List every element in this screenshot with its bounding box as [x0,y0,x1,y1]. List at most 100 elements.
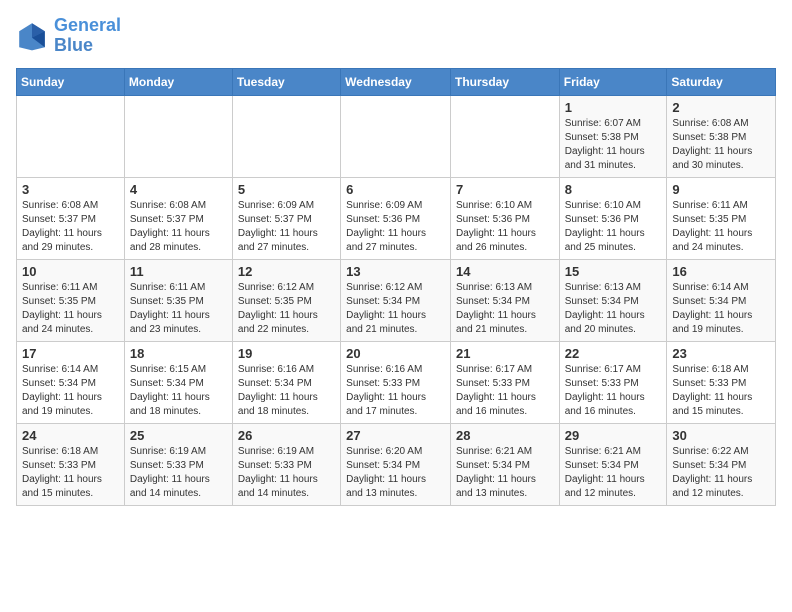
day-number: 27 [346,428,445,443]
page-header: General Blue [16,16,776,56]
day-info: Sunrise: 6:22 AM Sunset: 5:34 PM Dayligh… [672,445,770,501]
day-info: Sunrise: 6:08 AM Sunset: 5:38 PM Dayligh… [672,117,770,173]
calendar-cell: 29 Sunrise: 6:21 AM Sunset: 5:34 PM Dayli… [559,423,667,505]
day-info: Sunrise: 6:09 AM Sunset: 5:36 PM Dayligh… [346,199,445,255]
day-info: Sunrise: 6:14 AM Sunset: 5:34 PM Dayligh… [22,363,119,419]
day-number: 8 [565,182,662,197]
day-info: Sunrise: 6:13 AM Sunset: 5:34 PM Dayligh… [456,281,554,337]
day-info: Sunrise: 6:10 AM Sunset: 5:36 PM Dayligh… [456,199,554,255]
calendar-cell: 3Sunrise: 6:08 AM Sunset: 5:37 PM Daylig… [17,177,125,259]
calendar-cell: 18 Sunrise: 6:15 AM Sunset: 5:34 PM Dayli… [124,341,232,423]
calendar-cell: 6 Sunrise: 6:09 AM Sunset: 5:36 PM Daylig… [341,177,451,259]
calendar-week-row: 3Sunrise: 6:08 AM Sunset: 5:37 PM Daylig… [17,177,776,259]
calendar-cell: 2 Sunrise: 6:08 AM Sunset: 5:38 PM Daylig… [667,95,776,177]
calendar-cell: 5Sunrise: 6:09 AM Sunset: 5:37 PM Daylig… [232,177,340,259]
logo-text: General Blue [54,16,121,56]
calendar-cell: 25 Sunrise: 6:19 AM Sunset: 5:33 PM Dayli… [124,423,232,505]
day-number: 15 [565,264,662,279]
day-info: Sunrise: 6:21 AM Sunset: 5:34 PM Dayligh… [565,445,662,501]
day-number: 16 [672,264,770,279]
day-number: 14 [456,264,554,279]
day-info: Sunrise: 6:07 AM Sunset: 5:38 PM Dayligh… [565,117,662,173]
day-number: 11 [130,264,227,279]
calendar-cell: 15 Sunrise: 6:13 AM Sunset: 5:34 PM Dayli… [559,259,667,341]
calendar-cell: 13Sunrise: 6:12 AM Sunset: 5:34 PM Dayli… [341,259,451,341]
calendar-week-row: 17 Sunrise: 6:14 AM Sunset: 5:34 PM Dayli… [17,341,776,423]
calendar-cell: 21Sunrise: 6:17 AM Sunset: 5:33 PM Dayli… [450,341,559,423]
day-number: 23 [672,346,770,361]
day-number: 13 [346,264,445,279]
calendar-week-row: 24Sunrise: 6:18 AM Sunset: 5:33 PM Dayli… [17,423,776,505]
day-number: 29 [565,428,662,443]
day-number: 7 [456,182,554,197]
day-info: Sunrise: 6:18 AM Sunset: 5:33 PM Dayligh… [672,363,770,419]
calendar-cell: 17 Sunrise: 6:14 AM Sunset: 5:34 PM Dayli… [17,341,125,423]
day-number: 4 [130,182,227,197]
day-info: Sunrise: 6:18 AM Sunset: 5:33 PM Dayligh… [22,445,119,501]
day-number: 19 [238,346,335,361]
day-info: Sunrise: 6:17 AM Sunset: 5:33 PM Dayligh… [565,363,662,419]
day-number: 28 [456,428,554,443]
logo: General Blue [16,16,121,56]
calendar-table: SundayMondayTuesdayWednesdayThursdayFrid… [16,68,776,506]
day-number: 6 [346,182,445,197]
day-info: Sunrise: 6:11 AM Sunset: 5:35 PM Dayligh… [22,281,119,337]
day-info: Sunrise: 6:17 AM Sunset: 5:33 PM Dayligh… [456,363,554,419]
column-header-wednesday: Wednesday [341,68,451,95]
calendar-cell: 9Sunrise: 6:11 AM Sunset: 5:35 PM Daylig… [667,177,776,259]
calendar-cell: 26 Sunrise: 6:19 AM Sunset: 5:33 PM Dayli… [232,423,340,505]
day-number: 25 [130,428,227,443]
day-number: 17 [22,346,119,361]
calendar-cell: 1 Sunrise: 6:07 AM Sunset: 5:38 PM Daylig… [559,95,667,177]
calendar-cell [124,95,232,177]
day-info: Sunrise: 6:20 AM Sunset: 5:34 PM Dayligh… [346,445,445,501]
calendar-week-row: 10 Sunrise: 6:11 AM Sunset: 5:35 PM Dayli… [17,259,776,341]
day-number: 20 [346,346,445,361]
column-header-sunday: Sunday [17,68,125,95]
calendar-cell: 8 Sunrise: 6:10 AM Sunset: 5:36 PM Daylig… [559,177,667,259]
column-header-saturday: Saturday [667,68,776,95]
day-number: 26 [238,428,335,443]
calendar-header-row: SundayMondayTuesdayWednesdayThursdayFrid… [17,68,776,95]
calendar-cell: 23 Sunrise: 6:18 AM Sunset: 5:33 PM Dayli… [667,341,776,423]
column-header-thursday: Thursday [450,68,559,95]
calendar-cell: 4 Sunrise: 6:08 AM Sunset: 5:37 PM Daylig… [124,177,232,259]
day-info: Sunrise: 6:08 AM Sunset: 5:37 PM Dayligh… [22,199,119,255]
calendar-week-row: 1 Sunrise: 6:07 AM Sunset: 5:38 PM Daylig… [17,95,776,177]
calendar-cell: 11 Sunrise: 6:11 AM Sunset: 5:35 PM Dayli… [124,259,232,341]
calendar-cell [232,95,340,177]
day-info: Sunrise: 6:19 AM Sunset: 5:33 PM Dayligh… [130,445,227,501]
calendar-cell: 28 Sunrise: 6:21 AM Sunset: 5:34 PM Dayli… [450,423,559,505]
day-info: Sunrise: 6:16 AM Sunset: 5:33 PM Dayligh… [346,363,445,419]
calendar-cell: 20 Sunrise: 6:16 AM Sunset: 5:33 PM Dayli… [341,341,451,423]
day-info: Sunrise: 6:13 AM Sunset: 5:34 PM Dayligh… [565,281,662,337]
column-header-tuesday: Tuesday [232,68,340,95]
calendar-cell: 19 Sunrise: 6:16 AM Sunset: 5:34 PM Dayli… [232,341,340,423]
calendar-cell: 12 Sunrise: 6:12 AM Sunset: 5:35 PM Dayli… [232,259,340,341]
calendar-cell: 7 Sunrise: 6:10 AM Sunset: 5:36 PM Daylig… [450,177,559,259]
day-info: Sunrise: 6:16 AM Sunset: 5:34 PM Dayligh… [238,363,335,419]
logo-icon [16,20,48,52]
calendar-cell [450,95,559,177]
day-info: Sunrise: 6:10 AM Sunset: 5:36 PM Dayligh… [565,199,662,255]
day-info: Sunrise: 6:12 AM Sunset: 5:35 PM Dayligh… [238,281,335,337]
day-number: 12 [238,264,335,279]
day-number: 30 [672,428,770,443]
day-number: 22 [565,346,662,361]
day-number: 2 [672,100,770,115]
day-number: 18 [130,346,227,361]
day-info: Sunrise: 6:19 AM Sunset: 5:33 PM Dayligh… [238,445,335,501]
calendar-cell: 24Sunrise: 6:18 AM Sunset: 5:33 PM Dayli… [17,423,125,505]
day-info: Sunrise: 6:21 AM Sunset: 5:34 PM Dayligh… [456,445,554,501]
day-number: 1 [565,100,662,115]
column-header-friday: Friday [559,68,667,95]
day-info: Sunrise: 6:08 AM Sunset: 5:37 PM Dayligh… [130,199,227,255]
calendar-cell: 16Sunrise: 6:14 AM Sunset: 5:34 PM Dayli… [667,259,776,341]
calendar-cell [341,95,451,177]
day-info: Sunrise: 6:11 AM Sunset: 5:35 PM Dayligh… [130,281,227,337]
calendar-cell: 10 Sunrise: 6:11 AM Sunset: 5:35 PM Dayli… [17,259,125,341]
calendar-cell [17,95,125,177]
day-info: Sunrise: 6:11 AM Sunset: 5:35 PM Dayligh… [672,199,770,255]
day-number: 10 [22,264,119,279]
day-info: Sunrise: 6:15 AM Sunset: 5:34 PM Dayligh… [130,363,227,419]
